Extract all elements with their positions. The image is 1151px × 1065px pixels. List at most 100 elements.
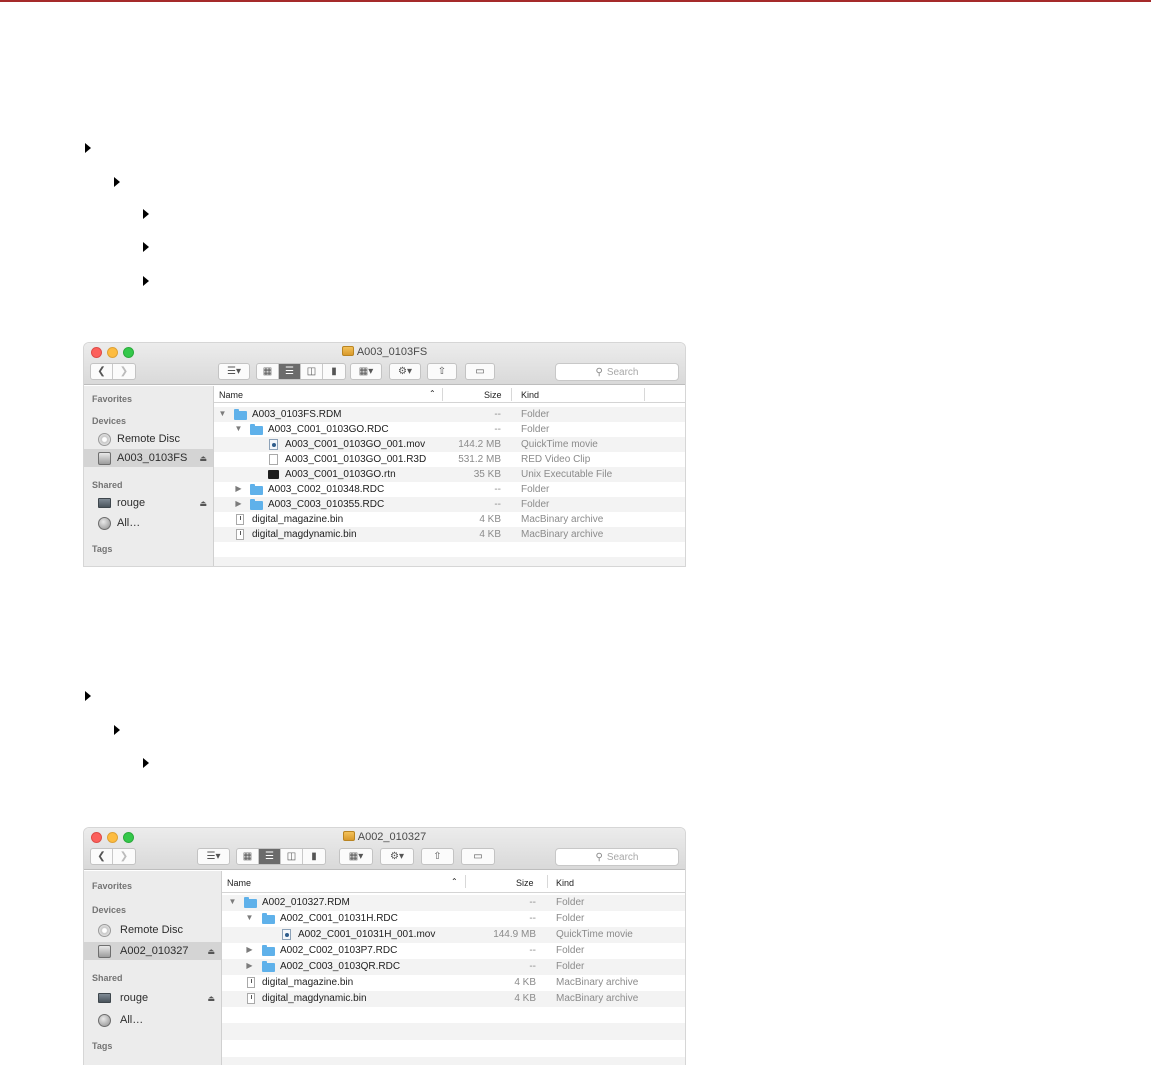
finder-window-a002: A002_010327 ❮ ❯ ☰▾ ▦ ☰ ◫ ▮ ▦▾ ⚙▾ ⇧ ▭ ⚲ Se… bbox=[84, 828, 685, 1065]
search-input[interactable]: ⚲ Search bbox=[555, 848, 679, 866]
share-button[interactable]: ⇧ bbox=[427, 363, 457, 380]
eject-icon[interactable]: ⏏ bbox=[207, 994, 215, 1003]
disclosure-triangle-icon bbox=[114, 177, 120, 187]
folder-icon bbox=[234, 409, 247, 420]
disclosure-collapsed-icon[interactable]: ▶ bbox=[245, 945, 254, 954]
empty-row bbox=[214, 542, 685, 557]
empty-row bbox=[214, 557, 685, 566]
gear-icon: ⚙▾ bbox=[398, 366, 412, 377]
share-icon: ⇧ bbox=[437, 366, 447, 377]
archive-file-icon bbox=[236, 514, 244, 525]
sidebar-item-all[interactable]: All… bbox=[84, 1011, 221, 1029]
sidebar-heading-shared: Shared bbox=[92, 973, 123, 983]
table-row[interactable]: digital_magdynamic.bin 4 KB MacBinary ar… bbox=[222, 991, 685, 1007]
sidebar-heading-tags: Tags bbox=[92, 1041, 113, 1051]
table-row[interactable]: digital_magdynamic.bin 4 KB MacBinary ar… bbox=[214, 527, 685, 542]
sidebar-heading-devices: Devices bbox=[92, 416, 127, 426]
archive-file-icon bbox=[236, 529, 244, 540]
column-view-icon[interactable]: ◫ bbox=[281, 849, 303, 864]
column-kind[interactable]: Kind bbox=[556, 878, 574, 888]
sidebar-item-a003-0103fs[interactable]: A003_0103FS ⏏ bbox=[84, 449, 213, 467]
forward-button[interactable]: ❯ bbox=[113, 849, 135, 864]
list-view-icon[interactable]: ☰ bbox=[259, 849, 281, 864]
table-row[interactable]: ▼ A002_C001_01031H.RDC -- Folder bbox=[222, 911, 685, 927]
sort-ascending-icon: ⌃ bbox=[429, 389, 436, 398]
table-row[interactable]: ▼ A003_0103FS.RDM -- Folder bbox=[214, 407, 685, 422]
column-view-icon[interactable]: ◫ bbox=[301, 364, 323, 379]
share-button[interactable]: ⇧ bbox=[421, 848, 454, 865]
action-menu-button[interactable]: ⚙▾ bbox=[380, 848, 414, 865]
computer-icon bbox=[98, 498, 111, 508]
arrange-icon: ☰▾ bbox=[206, 851, 221, 862]
table-row[interactable]: digital_magazine.bin 4 KB MacBinary arch… bbox=[214, 512, 685, 527]
sidebar-item-rouge[interactable]: rouge ⏏ bbox=[84, 494, 213, 512]
column-size[interactable]: Size bbox=[516, 878, 534, 888]
search-input[interactable]: ⚲ Search bbox=[555, 363, 679, 381]
arrange-menu-button[interactable]: ☰▾ bbox=[218, 363, 250, 380]
sidebar-item-a002-010327[interactable]: A002_010327 ⏏ bbox=[84, 942, 221, 960]
disc-icon bbox=[98, 923, 111, 937]
icon-view-icon[interactable]: ▦ bbox=[237, 849, 259, 864]
table-row[interactable]: digital_magazine.bin 4 KB MacBinary arch… bbox=[222, 975, 685, 991]
back-button[interactable]: ❮ bbox=[91, 364, 113, 379]
column-kind[interactable]: Kind bbox=[521, 390, 539, 400]
back-button[interactable]: ❮ bbox=[91, 849, 113, 864]
table-row[interactable]: ▼ A002_010327.RDM -- Folder bbox=[222, 895, 685, 911]
eject-icon[interactable]: ⏏ bbox=[207, 947, 215, 956]
column-name[interactable]: Name bbox=[219, 390, 243, 400]
column-header: Name ⌃ Size Kind bbox=[214, 386, 685, 403]
folder-icon bbox=[262, 961, 275, 972]
disclosure-expanded-icon[interactable]: ▼ bbox=[234, 424, 243, 433]
disclosure-collapsed-icon[interactable]: ▶ bbox=[234, 484, 243, 493]
sidebar-heading-shared: Shared bbox=[92, 480, 123, 490]
disclosure-triangle-icon bbox=[143, 209, 149, 219]
forward-button[interactable]: ❯ bbox=[113, 364, 135, 379]
group-menu-button[interactable]: ▦▾ bbox=[339, 848, 373, 865]
table-row[interactable]: A003_C001_0103GO_001.mov 144.2 MB QuickT… bbox=[214, 437, 685, 452]
disclosure-triangle-icon bbox=[85, 143, 91, 153]
action-menu-button[interactable]: ⚙▾ bbox=[389, 363, 421, 380]
column-separator bbox=[511, 388, 512, 401]
archive-file-icon bbox=[247, 977, 255, 988]
table-row[interactable]: A002_C001_01031H_001.mov 144.9 MB QuickT… bbox=[222, 927, 685, 943]
sort-ascending-icon: ⌃ bbox=[451, 877, 458, 886]
folder-icon bbox=[250, 484, 263, 495]
disclosure-expanded-icon[interactable]: ▼ bbox=[228, 897, 237, 906]
file-list: Name ⌃ Size Kind ▼ A002_010327.RDM -- Fo… bbox=[222, 871, 685, 1065]
table-row[interactable]: A003_C001_0103GO_001.R3D 531.2 MB RED Vi… bbox=[214, 452, 685, 467]
list-view-icon[interactable]: ☰ bbox=[279, 364, 301, 379]
titlebar: A002_010327 ❮ ❯ ☰▾ ▦ ☰ ◫ ▮ ▦▾ ⚙▾ ⇧ ▭ ⚲ Se… bbox=[84, 828, 685, 870]
group-menu-button[interactable]: ▦▾ bbox=[350, 363, 382, 380]
coverflow-view-icon[interactable]: ▮ bbox=[323, 364, 345, 379]
sidebar-item-remote-disc[interactable]: Remote Disc bbox=[84, 921, 221, 939]
network-icon bbox=[98, 516, 111, 530]
coverflow-view-icon[interactable]: ▮ bbox=[303, 849, 325, 864]
column-size[interactable]: Size bbox=[484, 390, 502, 400]
table-row[interactable]: ▶ A003_C002_010348.RDC -- Folder bbox=[214, 482, 685, 497]
sidebar-item-all[interactable]: All… bbox=[84, 514, 213, 532]
sidebar-item-remote-disc[interactable]: Remote Disc bbox=[84, 430, 213, 448]
folder-icon bbox=[250, 424, 263, 435]
empty-row bbox=[222, 1007, 685, 1023]
table-row[interactable]: A003_C001_0103GO.rtn 35 KB Unix Executab… bbox=[214, 467, 685, 482]
icon-view-icon[interactable]: ▦ bbox=[257, 364, 279, 379]
folder-icon bbox=[262, 945, 275, 956]
search-icon: ⚲ bbox=[595, 366, 603, 378]
tags-button[interactable]: ▭ bbox=[461, 848, 495, 865]
table-row[interactable]: ▶ A003_C003_010355.RDC -- Folder bbox=[214, 497, 685, 512]
disclosure-collapsed-icon[interactable]: ▶ bbox=[234, 499, 243, 508]
column-name[interactable]: Name bbox=[227, 878, 251, 888]
drive-icon bbox=[98, 451, 111, 465]
search-icon: ⚲ bbox=[595, 851, 603, 863]
table-row[interactable]: ▶ A002_C002_0103P7.RDC -- Folder bbox=[222, 943, 685, 959]
sidebar-item-rouge[interactable]: rouge ⏏ bbox=[84, 989, 221, 1007]
arrange-menu-button[interactable]: ☰▾ bbox=[197, 848, 230, 865]
table-row[interactable]: ▶ A002_C003_0103QR.RDC -- Folder bbox=[222, 959, 685, 975]
table-row[interactable]: ▼ A003_C001_0103GO.RDC -- Folder bbox=[214, 422, 685, 437]
eject-icon[interactable]: ⏏ bbox=[199, 499, 207, 508]
disclosure-expanded-icon[interactable]: ▼ bbox=[218, 409, 227, 418]
tags-button[interactable]: ▭ bbox=[465, 363, 495, 380]
eject-icon[interactable]: ⏏ bbox=[199, 454, 207, 463]
disclosure-expanded-icon[interactable]: ▼ bbox=[245, 913, 254, 922]
disclosure-collapsed-icon[interactable]: ▶ bbox=[245, 961, 254, 970]
